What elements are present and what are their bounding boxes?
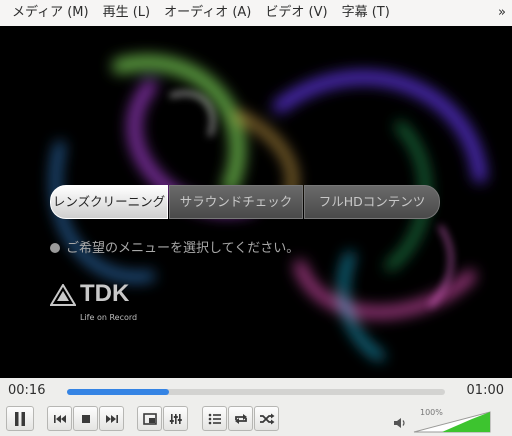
menu-media[interactable]: メディア (M) — [0, 0, 96, 26]
next-icon — [105, 414, 118, 423]
menu-subtitle[interactable]: 字幕 (T) — [335, 0, 397, 26]
volume-level — [442, 412, 490, 432]
pause-button[interactable] — [6, 406, 34, 431]
selection-prompt: ご希望のメニューを選択してください。 — [50, 237, 299, 256]
prompt-text: ご希望のメニューを選択してください。 — [66, 241, 300, 256]
previous-button[interactable] — [47, 406, 72, 431]
loop-icon — [234, 413, 247, 424]
menu-bar: メディア (M) 再生 (L) オーディオ (A) ビデオ (V) 字幕 (T)… — [0, 0, 512, 26]
menu-audio[interactable]: オーディオ (A) — [157, 0, 258, 26]
menu-overflow-button[interactable]: » — [498, 0, 506, 26]
tdk-logo: TDK Life on Record — [49, 280, 137, 322]
seek-row: 00:16 01:00 — [0, 380, 512, 402]
seek-bar[interactable] — [67, 389, 445, 395]
menu-video[interactable]: ビデオ (V) — [258, 0, 334, 26]
stop-button[interactable] — [73, 406, 98, 431]
tab-surround-check[interactable]: サラウンドチェック — [169, 185, 303, 219]
current-time: 00:16 — [8, 383, 46, 398]
total-time: 01:00 — [466, 383, 504, 398]
seek-progress — [67, 389, 169, 395]
tdk-emblem-icon — [49, 283, 77, 306]
equalizer-button[interactable] — [163, 406, 188, 431]
playlist-button[interactable] — [202, 406, 227, 431]
pause-icon — [15, 411, 25, 426]
fullscreen-button[interactable] — [137, 406, 162, 431]
menu-tabs: レンズクリーニング サラウンドチェック フルHDコンテンツ — [50, 185, 441, 219]
logo-tagline: Life on Record — [80, 313, 138, 322]
shuffle-icon — [259, 413, 274, 424]
video-area[interactable]: レンズクリーニング サラウンドチェック フルHDコンテンツ ご希望のメニューを選… — [0, 26, 512, 378]
loop-button[interactable] — [228, 406, 253, 431]
equalizer-icon — [169, 413, 182, 424]
menu-playback[interactable]: 再生 (L) — [96, 0, 158, 26]
fullscreen-icon — [142, 412, 157, 425]
tab-lens-cleaning[interactable]: レンズクリーニング — [50, 185, 168, 219]
next-button[interactable] — [99, 406, 124, 431]
speaker-icon[interactable] — [393, 416, 407, 430]
previous-icon — [53, 414, 66, 423]
volume-slider[interactable] — [412, 410, 492, 434]
shuffle-button[interactable] — [254, 406, 279, 431]
tab-full-hd-contents[interactable]: フルHDコンテンツ — [304, 185, 440, 219]
bullet-icon — [50, 243, 60, 253]
stop-icon — [81, 414, 90, 423]
logo-wordmark: TDK — [80, 280, 130, 307]
playlist-icon — [208, 413, 221, 424]
